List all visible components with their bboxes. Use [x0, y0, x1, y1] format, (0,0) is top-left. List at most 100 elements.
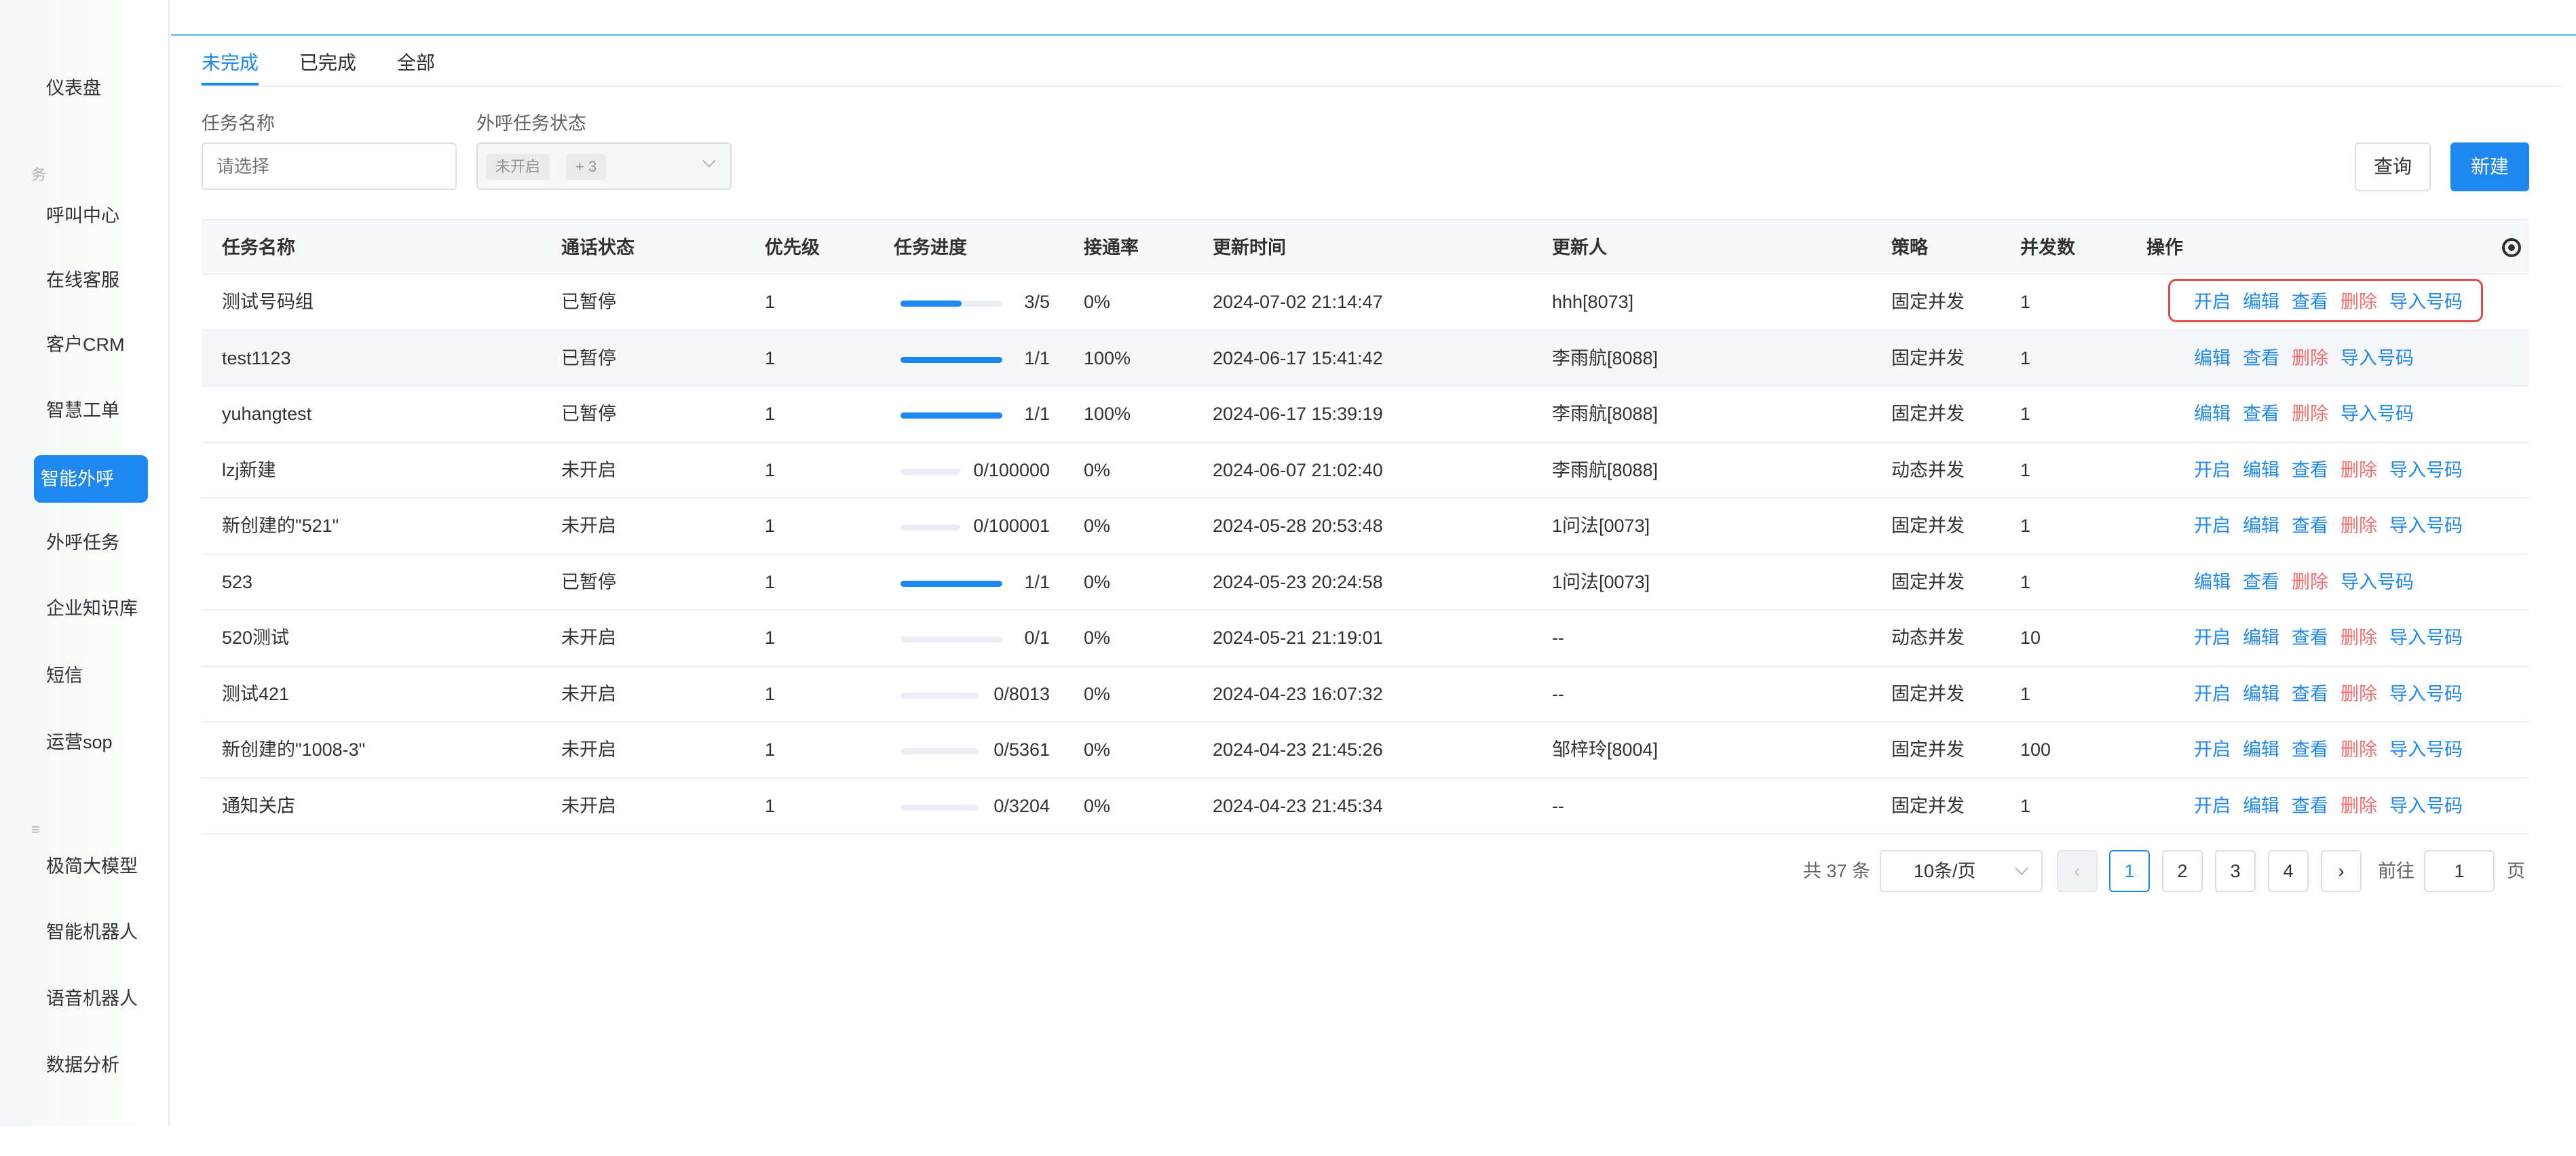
cell-concurrency: 1 [2020, 683, 2031, 704]
action-link[interactable]: 删除 [2341, 628, 2377, 648]
page-size-select[interactable]: 10条/页 [1880, 850, 2043, 892]
query-button[interactable]: 查询 [2355, 142, 2431, 191]
action-link[interactable]: 查看 [2243, 572, 2279, 592]
action-link[interactable]: 开启 [2194, 516, 2231, 536]
cell-priority: 1 [765, 739, 776, 760]
action-link[interactable]: 删除 [2341, 684, 2377, 704]
sidebar-item[interactable]: 语音机器人 [34, 975, 149, 1022]
sidebar-item[interactable]: 客户CRM [34, 321, 149, 368]
tab-incomplete[interactable]: 未完成 [202, 46, 259, 87]
cell-priority: 1 [765, 292, 776, 312]
action-link[interactable]: 查看 [2292, 460, 2328, 480]
action-link[interactable]: 编辑 [2194, 348, 2231, 368]
action-link[interactable]: 查看 [2292, 796, 2328, 816]
sidebar-item[interactable]: 企业知识库 [34, 585, 149, 632]
action-link[interactable]: 开启 [2194, 796, 2231, 816]
sidebar-item[interactable]: 运营sop [34, 718, 149, 766]
sidebar-item[interactable]: 在线客服 [34, 256, 149, 304]
action-link[interactable]: 导入号码 [2341, 404, 2414, 424]
cell-updater: hhh[8073] [1552, 292, 1634, 312]
action-link[interactable]: 编辑 [2243, 516, 2279, 536]
sidebar-item[interactable]: 智慧工单 [34, 387, 149, 434]
action-link[interactable]: 开启 [2194, 460, 2231, 480]
page-3-button[interactable]: 3 [2215, 850, 2256, 892]
action-link[interactable]: 查看 [2243, 348, 2279, 368]
action-link[interactable]: 导入号码 [2341, 572, 2414, 592]
cell-task-name: 测试号码组 [222, 292, 314, 312]
page-2-button[interactable]: 2 [2162, 850, 2203, 892]
chevron-down-icon [702, 154, 716, 168]
action-link[interactable]: 查看 [2292, 628, 2328, 648]
sidebar-item[interactable]: 外呼任务 [34, 519, 149, 566]
action-link[interactable]: 查看 [2292, 684, 2328, 704]
action-link[interactable]: 删除 [2292, 572, 2328, 592]
progress-text: 1/1 [1024, 404, 1050, 424]
cell-call-status: 未开启 [561, 795, 616, 816]
action-link[interactable]: 查看 [2243, 404, 2279, 424]
action-link[interactable]: 编辑 [2243, 628, 2279, 648]
action-link[interactable]: 删除 [2292, 348, 2328, 368]
cell-call-status: 未开启 [561, 516, 616, 536]
sidebar-item[interactable]: 仪表盘 [34, 64, 149, 112]
action-link[interactable]: 查看 [2292, 516, 2328, 536]
action-link[interactable]: 查看 [2292, 739, 2328, 760]
next-page-button[interactable]: › [2321, 850, 2362, 892]
sidebar-item[interactable]: 极简大模型 [34, 843, 149, 890]
action-link[interactable]: 编辑 [2243, 460, 2279, 480]
page-1-button[interactable]: 1 [2109, 850, 2150, 892]
settings-icon[interactable] [2502, 238, 2521, 257]
sidebar-item[interactable]: 数据分析 [34, 1041, 149, 1089]
tab-all[interactable]: 全部 [397, 46, 435, 87]
cell-connect-rate: 0% [1084, 571, 1111, 592]
sidebar-item[interactable]: 短信 [34, 652, 149, 699]
action-link[interactable]: 导入号码 [2389, 796, 2463, 816]
page-4-button[interactable]: 4 [2268, 850, 2309, 892]
prev-page-button[interactable]: ‹ [2057, 850, 2098, 892]
sidebar-item[interactable]: 智能机器人 [34, 908, 149, 956]
tab-completed[interactable]: 已完成 [299, 46, 356, 87]
cell-update-time: 2024-05-23 20:24:58 [1213, 571, 1383, 592]
action-link[interactable]: 导入号码 [2389, 628, 2463, 648]
cell-task-name: 520测试 [222, 628, 290, 648]
action-link[interactable]: 删除 [2341, 739, 2377, 760]
action-link[interactable]: 导入号码 [2389, 516, 2463, 536]
cell-priority: 1 [765, 795, 776, 816]
action-link[interactable]: 编辑 [2243, 684, 2279, 704]
cell-priority: 1 [765, 459, 776, 480]
sidebar-item[interactable]: 呼叫中心 [34, 192, 149, 239]
action-link[interactable]: 编辑 [2194, 572, 2231, 592]
new-button[interactable]: 新建 [2450, 142, 2529, 191]
action-link[interactable]: 导入号码 [2389, 460, 2463, 480]
action-link[interactable]: 开启 [2194, 684, 2231, 704]
cell-concurrency: 1 [2020, 459, 2031, 480]
cell-task-name: 测试421 [222, 683, 290, 704]
action-link[interactable]: 导入号码 [2389, 684, 2463, 704]
cell-connect-rate: 0% [1084, 292, 1111, 312]
action-link[interactable]: 开启 [2194, 628, 2231, 648]
goto-page-input[interactable]: 1 [2424, 850, 2495, 892]
action-link[interactable]: 删除 [2292, 404, 2328, 424]
row-actions: 开启 编辑 查看 删除 导入号码 [2194, 779, 2475, 833]
sidebar-item[interactable]: 智能外呼 [34, 455, 148, 503]
cell-strategy: 动态并发 [1891, 628, 1965, 648]
task-status-select[interactable]: 未开启 + 3 [476, 142, 732, 190]
action-link[interactable]: 删除 [2341, 796, 2377, 816]
cell-call-status: 未开启 [561, 739, 616, 760]
table-row: yuhangtest 已暂停 1 100% 2024-06-17 15:39:19 李雨航… [202, 387, 2529, 443]
table-header: 任务名称 通话状态 优先级 任务进度 接通率 更新时间 更新人 策略 并发数 操… [202, 219, 2529, 275]
action-link[interactable]: 编辑 [2243, 796, 2279, 816]
action-link[interactable]: 删除 [2341, 516, 2377, 536]
action-link[interactable]: 编辑 [2194, 404, 2231, 424]
page-size-value: 10条/页 [1914, 861, 1976, 881]
cell-task-name: lzj新建 [222, 459, 276, 480]
task-name-input[interactable] [202, 142, 457, 190]
task-name-label: 任务名称 [202, 113, 275, 134]
action-link[interactable]: 编辑 [2243, 739, 2279, 760]
action-link[interactable]: 导入号码 [2389, 739, 2463, 760]
cell-concurrency: 1 [2020, 795, 2031, 816]
cell-task-name: yuhangtest [222, 404, 312, 424]
action-link[interactable]: 开启 [2194, 739, 2231, 760]
status-more-tag: + 3 [566, 154, 607, 180]
action-link[interactable]: 导入号码 [2341, 348, 2414, 368]
action-link[interactable]: 删除 [2341, 460, 2377, 480]
